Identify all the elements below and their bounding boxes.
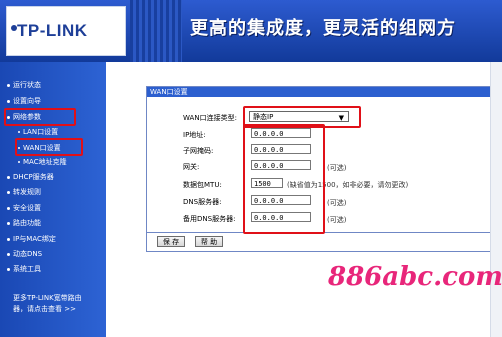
bullet-icon [7,175,10,179]
promo-line-1: 更多TP-LINK宽带路由 [13,294,82,302]
sidebar-item-security[interactable]: 安全设置 [7,203,41,213]
panel-title: WAN口设置 [147,87,491,97]
subnet-mask-label: 子网掩码: [183,147,214,155]
gateway-hint: (可选) [327,164,347,172]
bullet-icon [18,161,20,163]
bullet-icon [7,252,10,256]
bullet-icon [7,83,10,87]
backup-dns-hint: (可选) [327,216,347,224]
sidebar-item-forwarding[interactable]: 转发规则 [7,187,41,197]
ip-label: IP地址: [183,131,206,139]
highlight-address-fields [243,124,325,234]
bullet-icon [7,237,10,241]
connection-type-label: WAN口连接类型: [183,114,237,122]
help-button[interactable]: 帮 助 [195,236,223,247]
promo-line-2: 器，请点击查看 >> [13,305,76,313]
dns-label: DNS服务器: [183,198,222,206]
sidebar-item-mac-clone[interactable]: MAC地址克隆 [18,157,67,167]
header-slogan: 更高的集成度，更灵活的组网方 [190,18,456,39]
bullet-icon [7,99,10,103]
bullet-icon [18,131,20,133]
sidebar-item-dhcp[interactable]: DHCP服务器 [7,172,54,182]
watermark-text: 886abc.com [328,262,502,292]
backup-dns-label: 备用DNS服务器: [183,215,236,223]
sidebar-item-wizard[interactable]: 设置向导 [7,96,41,106]
header-decoration [130,0,182,62]
header-banner: TP-LINK 更高的集成度，更灵活的组网方 [0,0,502,62]
sidebar-promo-link[interactable]: 更多TP-LINK宽带路由 器，请点击查看 >> [13,293,105,315]
gateway-label: 网关: [183,163,200,171]
bullet-icon [7,267,10,271]
bullet-icon [7,190,10,194]
save-button[interactable]: 保 存 [157,236,185,247]
dns-hint: (可选) [327,199,347,207]
sidebar-item-lan[interactable]: LAN口设置 [18,127,58,137]
bullet-icon [7,221,10,225]
bullet-icon [7,206,10,210]
logo-box: TP-LINK [6,6,126,56]
sidebar-item-routing[interactable]: 路由功能 [7,218,41,228]
sidebar-item-ip-mac-binding[interactable]: IP与MAC绑定 [7,234,56,244]
highlight-wan-settings [15,138,83,156]
sidebar-item-ddns[interactable]: 动态DNS [7,249,42,259]
mtu-label: 数据包MTU: [183,181,222,189]
sidebar-item-system-tools[interactable]: 系统工具 [7,264,41,274]
logo-text: TP-LINK [17,21,88,40]
highlight-network-params [4,108,76,126]
sidebar-item-status[interactable]: 运行状态 [7,80,41,90]
window-scroll-edge [490,62,502,337]
